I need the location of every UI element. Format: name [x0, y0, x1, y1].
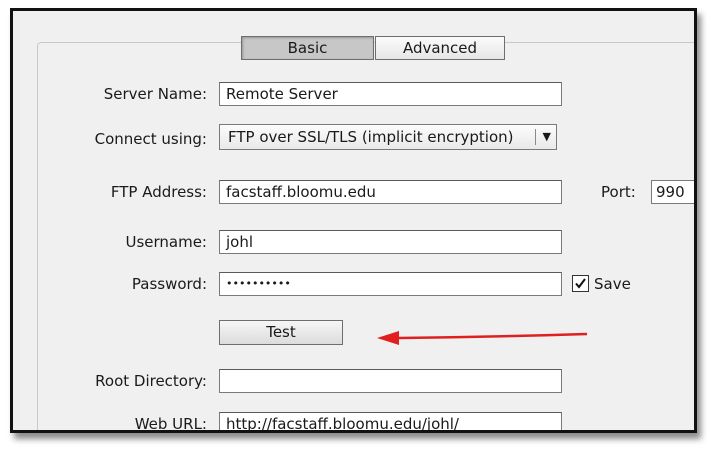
web-url-label: Web URL: [134, 415, 207, 433]
username-label: Username: [125, 233, 207, 251]
password-label: Password: [131, 275, 207, 293]
port-label: Port: [601, 183, 636, 201]
checkmark-icon [575, 278, 586, 289]
save-checkbox-label[interactable]: Save [594, 275, 631, 293]
tab-basic[interactable]: Basic [241, 36, 374, 60]
tab-advanced[interactable]: Advanced [375, 36, 505, 60]
site-setup-dialog: Basic Advanced Server Name: Remote Serve… [10, 8, 697, 433]
web-url-input[interactable]: http://facstaff.bloomu.edu/johl/ [219, 412, 562, 430]
root-directory-input[interactable] [219, 369, 562, 393]
port-input[interactable]: 990 [651, 180, 694, 204]
triangle-down-icon: ▼ [542, 130, 551, 143]
save-checkbox[interactable] [572, 275, 589, 292]
ftp-address-label: FTP Address: [110, 183, 207, 201]
select-divider [535, 129, 536, 145]
connect-using-select[interactable]: FTP over SSL/TLS (implicit encryption) ▼ [219, 124, 557, 150]
ftp-address-input[interactable]: facstaff.bloomu.edu [219, 180, 562, 204]
password-input[interactable]: •••••••••• [219, 272, 562, 296]
connect-using-value: FTP over SSL/TLS (implicit encryption) [228, 128, 514, 146]
root-directory-label: Root Directory: [95, 372, 207, 390]
test-button[interactable]: Test [219, 320, 343, 345]
server-name-input[interactable]: Remote Server [219, 82, 562, 106]
username-input[interactable]: johl [219, 230, 562, 254]
connect-using-label: Connect using: [94, 130, 207, 148]
server-name-label: Server Name: [103, 85, 207, 103]
red-arrow-annotation [377, 331, 588, 345]
